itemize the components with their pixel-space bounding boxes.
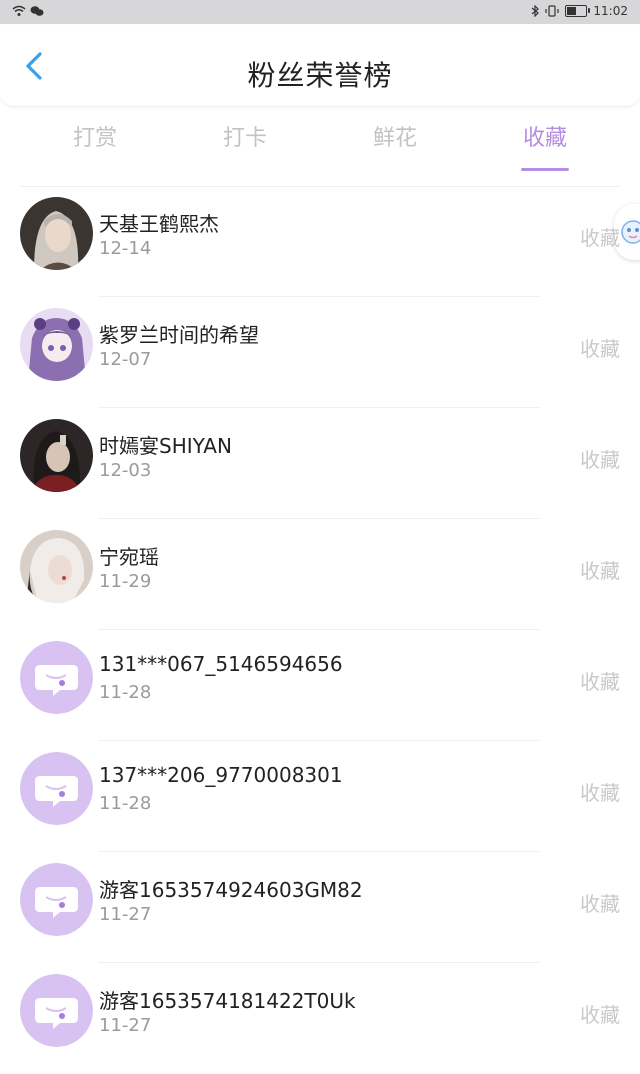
item-type-label: 收藏 [580, 559, 620, 583]
page-title: 粉丝荣誉榜 [247, 59, 393, 92]
battery-icon [565, 5, 591, 17]
user-name: 宁宛瑶 [99, 545, 159, 569]
user-name: 天基王鹤熙杰 [99, 212, 219, 236]
avatar [20, 863, 93, 936]
header: 粉丝荣誉榜 [0, 26, 640, 107]
item-date: 11-28 [99, 682, 152, 703]
item-type-label: 收藏 [580, 892, 620, 916]
tab-label: 打赏 [72, 126, 117, 151]
list-item[interactable]: 游客1653574924603GM82 11-27 收藏 [0, 852, 640, 963]
item-date: 11-29 [99, 571, 152, 592]
item-type-label: 收藏 [580, 337, 620, 361]
tab-label: 打卡 [222, 126, 267, 151]
item-date: 12-14 [99, 238, 152, 259]
avatar [20, 641, 93, 714]
tab-label: 鲜花 [372, 126, 417, 151]
tab-label: 收藏 [522, 126, 567, 151]
status-right: 11:02 [531, 4, 628, 18]
list-item[interactable]: 131***067_5146594656 11-28 收藏 [0, 630, 640, 741]
bluetooth-icon [532, 5, 540, 17]
list-item[interactable]: 紫罗兰时间的希望 12-07 收藏 [0, 297, 640, 408]
user-name: 131***067_5146594656 [99, 652, 343, 676]
user-name: 游客1653574181422T0Uk [99, 989, 356, 1013]
user-name: 紫罗兰时间的希望 [99, 323, 259, 347]
avatar [20, 308, 93, 381]
tab-bar: 打赏 打卡 鲜花 收藏 [0, 110, 640, 171]
default-avatar-icon [20, 974, 93, 1047]
status-left [12, 5, 44, 17]
item-date: 12-03 [99, 460, 152, 481]
tab-flowers[interactable]: 鲜花 [345, 120, 445, 152]
active-tab-indicator [521, 168, 569, 171]
user-name: 137***206_9770008301 [99, 763, 343, 787]
item-type-label: 收藏 [580, 226, 620, 250]
item-type-label: 收藏 [580, 781, 620, 805]
status-bar: 11:02 [0, 0, 640, 24]
user-photo-avatar [20, 419, 93, 492]
avatar [20, 419, 93, 492]
item-type-label: 收藏 [580, 448, 620, 472]
user-photo-avatar [20, 197, 93, 270]
avatar [20, 974, 93, 1047]
tab-favorites[interactable]: 收藏 [495, 120, 595, 171]
avatar [20, 752, 93, 825]
avatar [20, 197, 93, 270]
wechat-icon [30, 6, 44, 16]
item-date: 11-28 [99, 793, 152, 814]
list-item[interactable]: 时嫣宴SHIYAN 12-03 收藏 [0, 408, 640, 519]
item-date: 12-07 [99, 349, 152, 370]
tab-reward[interactable]: 打赏 [45, 120, 145, 152]
item-date: 11-27 [99, 904, 152, 925]
list-item[interactable]: 宁宛瑶 11-29 收藏 [0, 519, 640, 630]
list-item[interactable]: 天基王鹤熙杰 12-14 收藏 [0, 186, 640, 297]
vibrate-icon [545, 5, 560, 17]
user-photo-avatar [20, 530, 93, 603]
item-date: 11-27 [99, 1015, 152, 1036]
default-avatar-icon [20, 752, 93, 825]
default-avatar-icon [20, 863, 93, 936]
status-time: 11:02 [593, 4, 628, 18]
wifi-icon [12, 5, 26, 16]
user-name: 游客1653574924603GM82 [99, 878, 363, 902]
list-item[interactable]: 游客1653574181422T0Uk 11-27 收藏 [0, 963, 640, 1074]
tab-checkin[interactable]: 打卡 [195, 120, 295, 152]
user-name: 时嫣宴SHIYAN [99, 434, 232, 458]
list-item[interactable]: 137***206_9770008301 11-28 收藏 [0, 741, 640, 852]
avatar [20, 530, 93, 603]
item-type-label: 收藏 [580, 670, 620, 694]
default-avatar-icon [20, 641, 93, 714]
user-anime-avatar [20, 308, 93, 381]
